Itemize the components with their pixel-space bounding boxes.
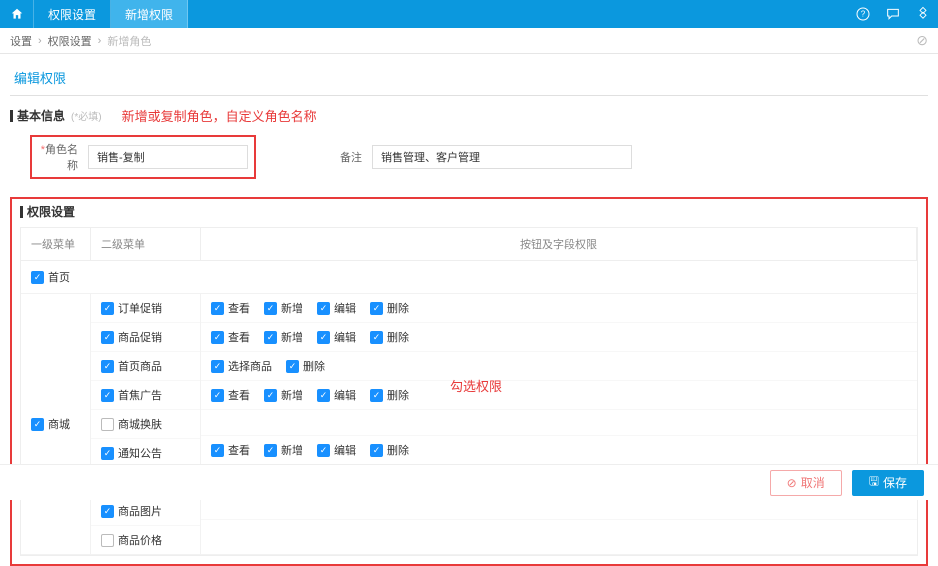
remark-label: 备注 xyxy=(316,149,372,165)
cancel-button[interactable]: ⊘ 取消 xyxy=(770,470,842,496)
permission-checkbox[interactable]: ✓新增 xyxy=(264,300,303,316)
cancel-icon: ⊘ xyxy=(787,476,797,490)
permission-checkbox[interactable]: ✓删除 xyxy=(370,300,409,316)
perm-btns-row: ✓查看 ✓新增 ✓编辑 ✓删除 xyxy=(201,381,917,410)
perm-row: ✓首页 xyxy=(21,261,917,294)
permission-checkbox[interactable]: ✓新增 xyxy=(264,442,303,458)
permission-checkbox[interactable]: ✓选择商品 xyxy=(211,358,272,374)
permission-checkbox[interactable]: ✓编辑 xyxy=(317,387,356,403)
save-button[interactable]: 🖫 保存 xyxy=(852,470,924,496)
perm-btns-row: ✓查看 ✓新增 ✓编辑 ✓删除 xyxy=(201,323,917,352)
annotation-check-permission: 勾选权限 xyxy=(450,376,502,395)
close-icon[interactable]: ⊘ xyxy=(916,32,928,49)
permission-checkbox[interactable]: ✓商城 xyxy=(31,416,70,432)
permission-checkbox[interactable]: ✓首页商品 xyxy=(101,358,162,374)
breadcrumb: 设置 › 权限设置 › 新增角色 ⊘ xyxy=(0,28,938,54)
col-level1: 一级菜单 xyxy=(21,228,91,260)
role-name-input[interactable] xyxy=(88,145,248,169)
required-hint: (*必填) xyxy=(71,108,102,123)
save-icon: 🖫 xyxy=(869,472,879,493)
perm-table-body: ✓首页✓商城✓订单促销✓商品促销✓首页商品✓首焦广告商城换肤✓通知公告✓商品列表… xyxy=(20,261,918,556)
perm-l2-cell: 商城换肤 xyxy=(91,410,200,439)
permission-checkbox[interactable]: 商品价格 xyxy=(101,532,162,548)
permission-checkbox[interactable]: ✓编辑 xyxy=(317,329,356,345)
permission-checkbox[interactable]: ✓查看 xyxy=(211,387,250,403)
permission-checkbox[interactable]: ✓查看 xyxy=(211,329,250,345)
breadcrumb-item[interactable]: 权限设置 xyxy=(48,33,92,49)
col-level2: 二级菜单 xyxy=(91,228,201,260)
svg-text:?: ? xyxy=(861,10,866,19)
apps-icon xyxy=(914,5,932,23)
perm-btns-row: ✓查看 ✓新增 ✓编辑 ✓删除 xyxy=(201,294,917,323)
chat-button[interactable] xyxy=(878,0,908,28)
remark-input[interactable] xyxy=(372,145,632,169)
basic-info-heading: 基本信息 xyxy=(10,110,65,122)
apps-button[interactable] xyxy=(908,0,938,28)
perm-btns-row: ✓查看 ✓新增 ✓编辑 ✓删除 xyxy=(201,436,917,465)
breadcrumb-item[interactable]: 设置 xyxy=(10,33,32,49)
permission-checkbox[interactable]: ✓通知公告 xyxy=(101,445,162,461)
perm-btns-row: ✓选择商品 ✓删除 xyxy=(201,352,917,381)
permission-checkbox[interactable]: ✓新增 xyxy=(264,387,303,403)
topbar: 权限设置新增权限 ? xyxy=(0,0,938,28)
permission-checkbox[interactable]: 商城换肤 xyxy=(101,416,162,432)
permission-checkbox[interactable]: ✓删除 xyxy=(370,442,409,458)
col-buttons: 按钮及字段权限 xyxy=(201,228,917,260)
footer-action-bar: ⊘ 取消 🖫 保存 xyxy=(0,464,938,500)
perm-l2-cell: ✓首焦广告 xyxy=(91,381,200,410)
perm-l2-cell: ✓商品促销 xyxy=(91,323,200,352)
topbar-tab[interactable]: 权限设置 xyxy=(34,0,111,28)
permission-checkbox[interactable]: ✓编辑 xyxy=(317,442,356,458)
permission-checkbox[interactable]: ✓编辑 xyxy=(317,300,356,316)
perm-l2-cell: ✓首页商品 xyxy=(91,352,200,381)
perm-l2-cell: ✓商品图片 xyxy=(91,497,200,526)
perm-btns-row xyxy=(201,410,917,436)
permission-heading: 权限设置 xyxy=(20,206,75,218)
permission-checkbox[interactable]: ✓删除 xyxy=(370,387,409,403)
role-name-field: *角色名称 xyxy=(30,135,256,179)
annotation-role-name: 新增或复制角色，自定义角色名称 xyxy=(122,106,317,125)
page-title: 编辑权限 xyxy=(10,62,928,96)
topbar-tab[interactable]: 新增权限 xyxy=(111,0,188,28)
permission-checkbox[interactable]: ✓删除 xyxy=(370,329,409,345)
perm-btns-row xyxy=(201,520,917,546)
permission-checkbox[interactable]: ✓订单促销 xyxy=(101,300,162,316)
perm-table-header: 一级菜单 二级菜单 按钮及字段权限 xyxy=(20,227,918,261)
permission-checkbox[interactable]: ✓删除 xyxy=(286,358,325,374)
role-name-label: *角色名称 xyxy=(32,141,88,173)
permission-checkbox[interactable]: ✓首页 xyxy=(31,269,70,285)
help-button[interactable]: ? xyxy=(848,0,878,28)
home-icon xyxy=(10,7,24,21)
chat-icon xyxy=(885,6,901,22)
permission-checkbox[interactable]: ✓新增 xyxy=(264,329,303,345)
perm-l2-cell: ✓订单促销 xyxy=(91,294,200,323)
perm-l2-cell: 商品价格 xyxy=(91,526,200,554)
remark-field: 备注 xyxy=(316,145,632,169)
permission-checkbox[interactable]: ✓查看 xyxy=(211,442,250,458)
permission-checkbox[interactable]: ✓商品促销 xyxy=(101,329,162,345)
perm-group: ✓商城✓订单促销✓商品促销✓首页商品✓首焦广告商城换肤✓通知公告✓商品列表✓商品… xyxy=(21,294,917,555)
permission-checkbox[interactable]: ✓查看 xyxy=(211,300,250,316)
help-icon: ? xyxy=(855,6,871,22)
home-button[interactable] xyxy=(0,0,34,28)
breadcrumb-item: 新增角色 xyxy=(107,33,151,49)
permission-checkbox[interactable]: ✓商品图片 xyxy=(101,503,162,519)
permission-checkbox[interactable]: ✓首焦广告 xyxy=(101,387,162,403)
